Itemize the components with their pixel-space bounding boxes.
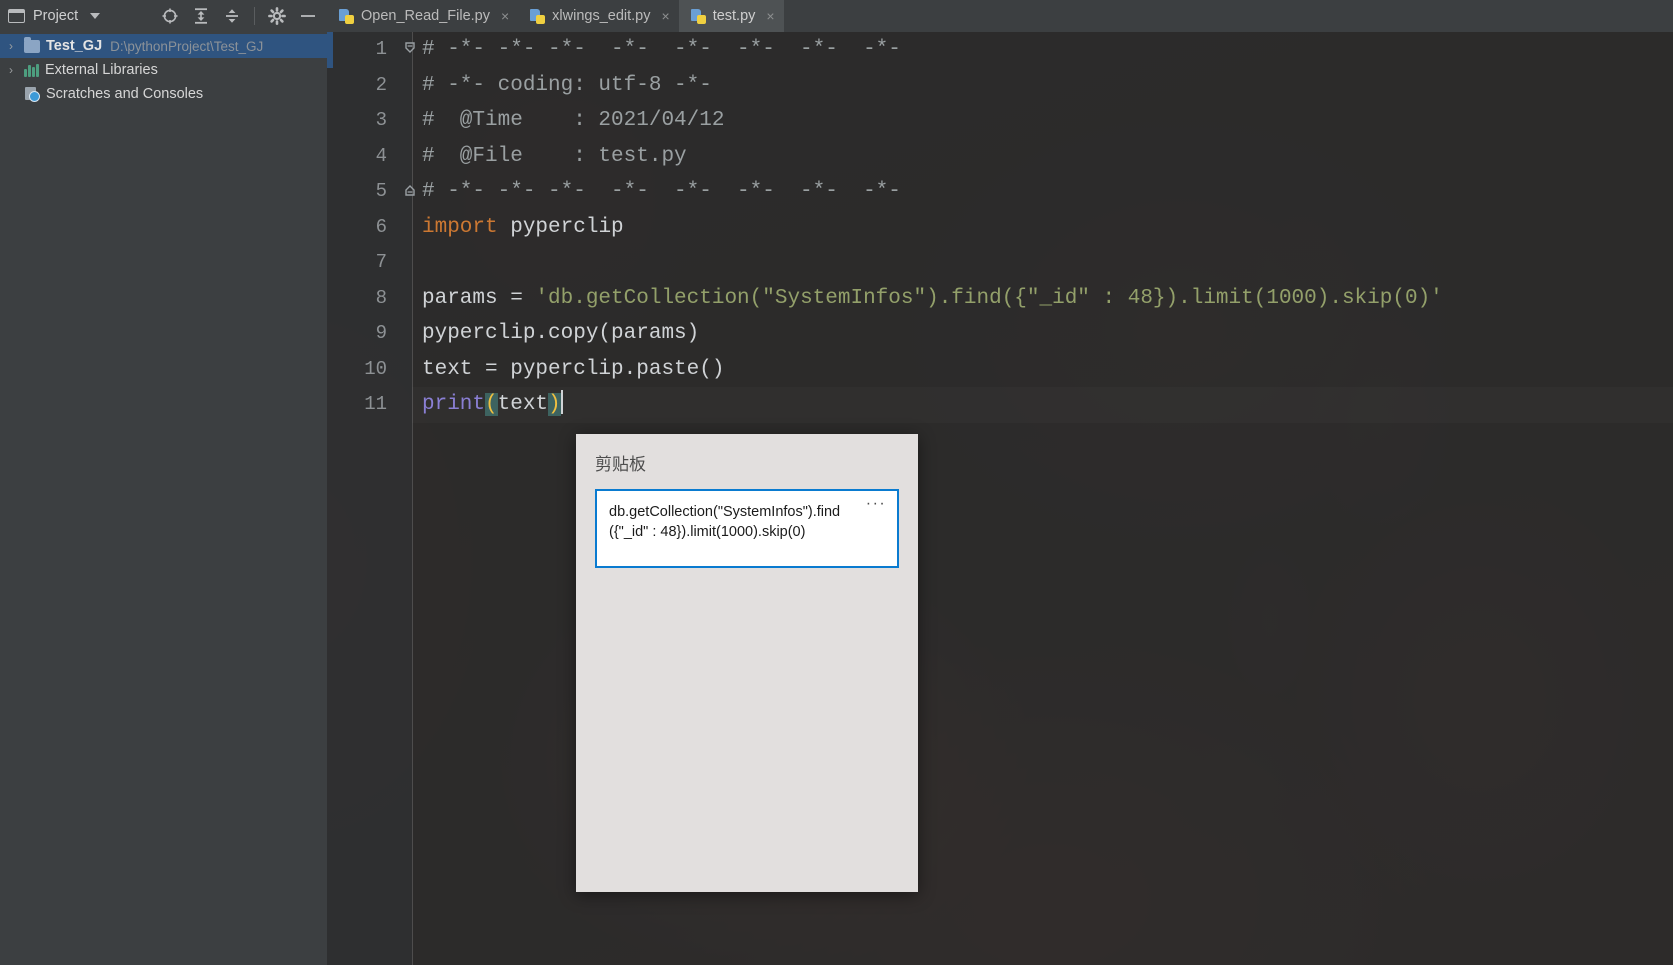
code-text: # -*- coding: utf-8 -*-: [422, 68, 712, 104]
line-number: 9: [375, 322, 387, 344]
editor-tab[interactable]: Open_Read_File.py ×: [327, 0, 518, 32]
ide-window: 1 # -*- -*- -*- -*- -*- -*- -*- -*- 2 # -*-…: [0, 0, 1673, 965]
code-token: print: [422, 393, 486, 416]
chevron-down-icon[interactable]: [90, 13, 101, 19]
code-text: text = pyperclip.paste(): [422, 352, 724, 388]
code-line[interactable]: 5 # -*- -*- -*- -*- -*- -*- -*- -*-: [327, 174, 1673, 210]
code-editor[interactable]: 1 # -*- -*- -*- -*- -*- -*- -*- -*- 2 # -*-…: [327, 32, 1673, 965]
window-icon: [8, 9, 25, 23]
code-text: pyperclip.copy(params): [422, 316, 699, 352]
code-token: # -*- -*- -*- -*- -*- -*- -*- -*-: [422, 38, 901, 61]
line-number: 8: [375, 286, 387, 309]
clipboard-item[interactable]: db.getCollection("SystemInfos").find({"_…: [595, 489, 899, 568]
code-line[interactable]: 1 # -*- -*- -*- -*- -*- -*- -*- -*-: [327, 32, 1673, 68]
scratches-icon: [24, 86, 40, 102]
code-token: # @Time : 2021/04/12: [422, 109, 725, 132]
code-token: # @File : test.py: [422, 144, 687, 168]
code-line[interactable]: 10 text = pyperclip.paste(): [327, 352, 1673, 388]
clipboard-item-text: db.getCollection("SystemInfos").find({"_…: [609, 504, 841, 540]
code-token: text: [497, 393, 549, 416]
code-text: # @File : test.py: [422, 139, 687, 175]
code-token: import: [422, 215, 498, 239]
code-line[interactable]: 7: [327, 245, 1673, 281]
line-number: 4: [375, 144, 387, 167]
code-token: text = pyperclip.paste(): [422, 357, 725, 381]
line-number: 6: [375, 215, 387, 238]
code-token: pyperclip.copy(params): [422, 322, 700, 345]
code-line[interactable]: 6 import pyperclip: [327, 210, 1673, 246]
python-file-icon: [339, 8, 354, 24]
tree-node-label: Test_GJ: [46, 38, 103, 54]
code-line[interactable]: 9 pyperclip.copy(params): [327, 316, 1673, 352]
code-token: # -*- -*- -*- -*- -*- -*- -*- -*-: [422, 180, 901, 203]
clipboard-history-panel[interactable]: 剪贴板 db.getCollection("SystemInfos").find…: [576, 434, 918, 892]
python-file-icon: [690, 8, 706, 24]
code-line[interactable]: 11 print(text): [327, 387, 1673, 423]
library-icon: [24, 63, 39, 77]
code-token: # -*- coding: utf-8 -*-: [422, 73, 712, 97]
code-token: pyperclip: [497, 215, 624, 239]
line-number: 5: [375, 180, 387, 202]
code-text: # -*- -*- -*- -*- -*- -*- -*- -*-: [422, 174, 901, 210]
project-tree[interactable]: › Test_GJ D:\pythonProject\Test_GJ › Externa…: [0, 32, 327, 106]
line-number: 2: [375, 73, 387, 96]
code-token: (: [485, 393, 498, 416]
close-icon[interactable]: ×: [501, 9, 509, 23]
code-line[interactable]: 4 # @File : test.py: [327, 139, 1673, 175]
chevron-right-icon[interactable]: ›: [4, 39, 18, 53]
tree-node-label: Scratches and Consoles: [46, 86, 204, 102]
tree-node[interactable]: ›Scratches and Consoles: [0, 82, 327, 106]
fold-end-icon[interactable]: [403, 183, 417, 197]
code-lines[interactable]: 1 # -*- -*- -*- -*- -*- -*- -*- -*- 2 # -*-…: [327, 32, 1673, 965]
toolbar-divider: [254, 7, 255, 25]
expand-all-icon[interactable]: [192, 7, 210, 25]
tree-node-label: External Libraries: [45, 62, 158, 78]
clipboard-panel-title: 剪贴板: [595, 455, 646, 474]
close-icon[interactable]: ×: [662, 9, 670, 23]
text-caret: [560, 390, 563, 414]
collapse-all-icon[interactable]: [223, 7, 241, 25]
folder-icon: [24, 36, 40, 53]
line-number: 3: [375, 109, 387, 131]
python-file-icon: [530, 8, 546, 24]
code-text: # @Time : 2021/04/12: [422, 103, 724, 139]
editor-tab-label: Open_Read_File.py: [361, 8, 490, 24]
fold-start-icon[interactable]: [403, 41, 417, 55]
editor-tab[interactable]: test.py ×: [678, 0, 784, 32]
locate-icon[interactable]: [161, 7, 179, 25]
project-panel-header: Project: [0, 0, 327, 32]
editor-tab-label: xlwings_edit.py: [552, 8, 651, 24]
editor-tab-label: test.py: [712, 8, 756, 24]
project-panel-toolbar[interactable]: [161, 7, 321, 25]
code-token: params =: [422, 286, 536, 310]
code-text: params = 'db.getCollection("SystemInfos"…: [422, 281, 1443, 317]
code-token: 'db.getCollection("SystemInfos").find({"…: [535, 286, 1443, 310]
line-number: 11: [364, 393, 387, 415]
project-panel-label: Project: [33, 8, 79, 24]
code-text: print(text): [422, 387, 563, 423]
project-tool-window[interactable]: Project › Test_GJ D:\pythonProject\Test_…: [0, 0, 327, 965]
editor-tab-bar[interactable]: Open_Read_File.py × xlwings_edit.py × test.p…: [327, 0, 1673, 32]
code-line[interactable]: 8 params = 'db.getCollection("SystemInfos…: [327, 281, 1673, 317]
code-text: import pyperclip: [422, 210, 624, 246]
code-text: # -*- -*- -*- -*- -*- -*- -*- -*-: [422, 32, 901, 68]
tree-node[interactable]: › External Libraries: [0, 58, 327, 82]
code-token: ): [548, 393, 561, 416]
gear-icon[interactable]: [268, 7, 286, 25]
code-line[interactable]: 3 # @Time : 2021/04/12: [327, 103, 1673, 139]
line-number: 10: [364, 357, 387, 380]
line-number: 1: [375, 38, 387, 60]
tree-node-path: D:\pythonProject\Test_GJ: [110, 38, 264, 54]
line-number: 7: [375, 251, 387, 273]
chevron-right-icon[interactable]: ›: [4, 63, 18, 77]
minimize-icon[interactable]: [299, 7, 317, 25]
caret-row-highlight: [412, 387, 1673, 423]
project-panel-title-group[interactable]: Project: [8, 8, 101, 24]
close-icon[interactable]: ×: [766, 9, 774, 23]
clipboard-item-more-icon[interactable]: ···: [865, 496, 887, 515]
editor-tab[interactable]: xlwings_edit.py ×: [518, 0, 679, 32]
code-line[interactable]: 2 # -*- coding: utf-8 -*-: [327, 68, 1673, 104]
tree-node[interactable]: › Test_GJ D:\pythonProject\Test_GJ: [0, 34, 327, 58]
